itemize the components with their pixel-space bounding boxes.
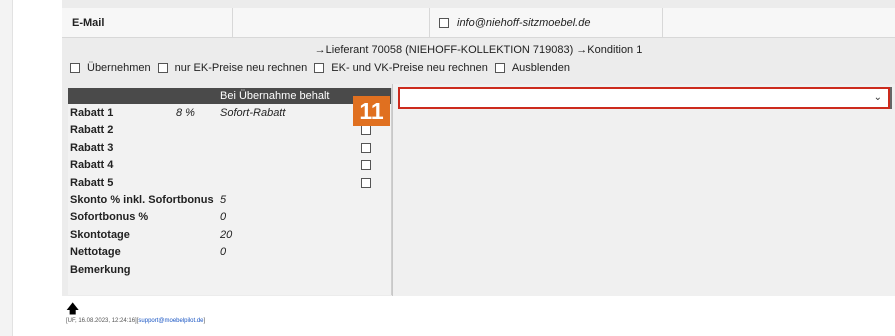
- uebernehmen-label: Übernehmen: [87, 62, 151, 74]
- table-row: Rabatt 5: [68, 175, 391, 192]
- row-percent: 8 %: [176, 107, 195, 119]
- condition-table: Bei Übernahme behalt Rabatt 1 8 % Sofort-R…: [68, 88, 392, 295]
- table-row: Rabatt 4: [68, 157, 391, 174]
- panel-divider: [890, 87, 892, 109]
- footer-prefix: [UF, 16.08.2023, 12:24:16][: [66, 318, 139, 324]
- row-label: Sofortbonus %: [70, 211, 149, 224]
- support-email-link[interactable]: support@moebelpilot.de: [138, 318, 203, 324]
- chevron-down-icon: ⌄: [873, 92, 882, 103]
- email-row: E-Mail info@niehoff-sitzmoebel.de: [62, 8, 895, 38]
- row-label: Rabatt 4: [70, 159, 114, 172]
- step-badge: 11: [353, 96, 390, 126]
- row-label: Skonto % inkl. Sofortbonus: [70, 194, 214, 206]
- keep-checkbox[interactable]: [361, 177, 371, 188]
- ek-vk-checkbox[interactable]: [314, 63, 325, 73]
- email-checkbox[interactable]: [439, 18, 449, 28]
- table-row: Skontotage 20: [68, 227, 391, 244]
- ausblenden-label: Ausblenden: [511, 62, 570, 74]
- keep-checkbox[interactable]: [361, 125, 371, 136]
- column-divider: [232, 8, 233, 37]
- table-row: Nettotage 0: [68, 244, 391, 261]
- table-row: Skonto % inkl. Sofortbonus 5: [68, 192, 391, 209]
- right-detail-area: [392, 84, 895, 296]
- table-header: Bei Übernahme behalt: [68, 88, 391, 104]
- row-label: Nettotage: [70, 246, 121, 259]
- table-row: Bemerkung: [68, 262, 391, 279]
- row-value: 5: [220, 194, 227, 206]
- table-row: Sofortbonus % 0: [68, 209, 391, 226]
- table-row: Rabatt 1 8 % Sofort-Rabatt: [68, 105, 391, 122]
- table-row: Rabatt 2: [68, 122, 391, 139]
- ek-only-label: nur EK-Preise neu rechnen: [174, 62, 308, 74]
- column-divider: [662, 8, 663, 37]
- email-label: E-Mail: [72, 17, 105, 29]
- footer-suffix: ]: [203, 318, 206, 324]
- uebernehmen-checkbox[interactable]: [70, 63, 80, 73]
- ausblenden-checkbox[interactable]: [494, 63, 505, 73]
- left-edge-strip: [0, 0, 13, 336]
- row-value: 0: [220, 211, 227, 224]
- row-value: Sofort-Rabatt: [220, 107, 286, 119]
- row-label: Bemerkung: [70, 263, 131, 276]
- table-row: Rabatt 3: [68, 140, 391, 157]
- ek-vk-label: EK- und VK-Preise neu rechnen: [331, 62, 488, 74]
- row-value: 0: [220, 246, 227, 259]
- row-label: Rabatt 3: [70, 141, 114, 154]
- row-label: Rabatt 2: [70, 124, 114, 137]
- row-label: Rabatt 5: [70, 176, 114, 189]
- footer-info: [UF, 16.08.2023, 12:24:16][support@moebe…: [66, 318, 205, 324]
- table-header-label: Bei Übernahme behalt: [220, 90, 330, 102]
- row-label: Skontotage: [70, 228, 130, 241]
- ek-only-checkbox[interactable]: [157, 63, 168, 73]
- options-row: Übernehmen nur EK-Preise neu rechnen EK-…: [70, 62, 574, 74]
- row-value: 20: [220, 228, 233, 241]
- condition-select[interactable]: ⌄: [398, 87, 890, 109]
- row-label: Rabatt 1: [70, 107, 114, 119]
- column-divider: [429, 8, 430, 37]
- keep-checkbox[interactable]: [361, 142, 371, 153]
- email-value: info@niehoff-sitzmoebel.de: [457, 17, 591, 29]
- supplier-condition-line: →Lieferant 70058 (NIEHOFF-KOLLEKTION 719…: [314, 44, 643, 56]
- keep-checkbox[interactable]: [361, 160, 371, 171]
